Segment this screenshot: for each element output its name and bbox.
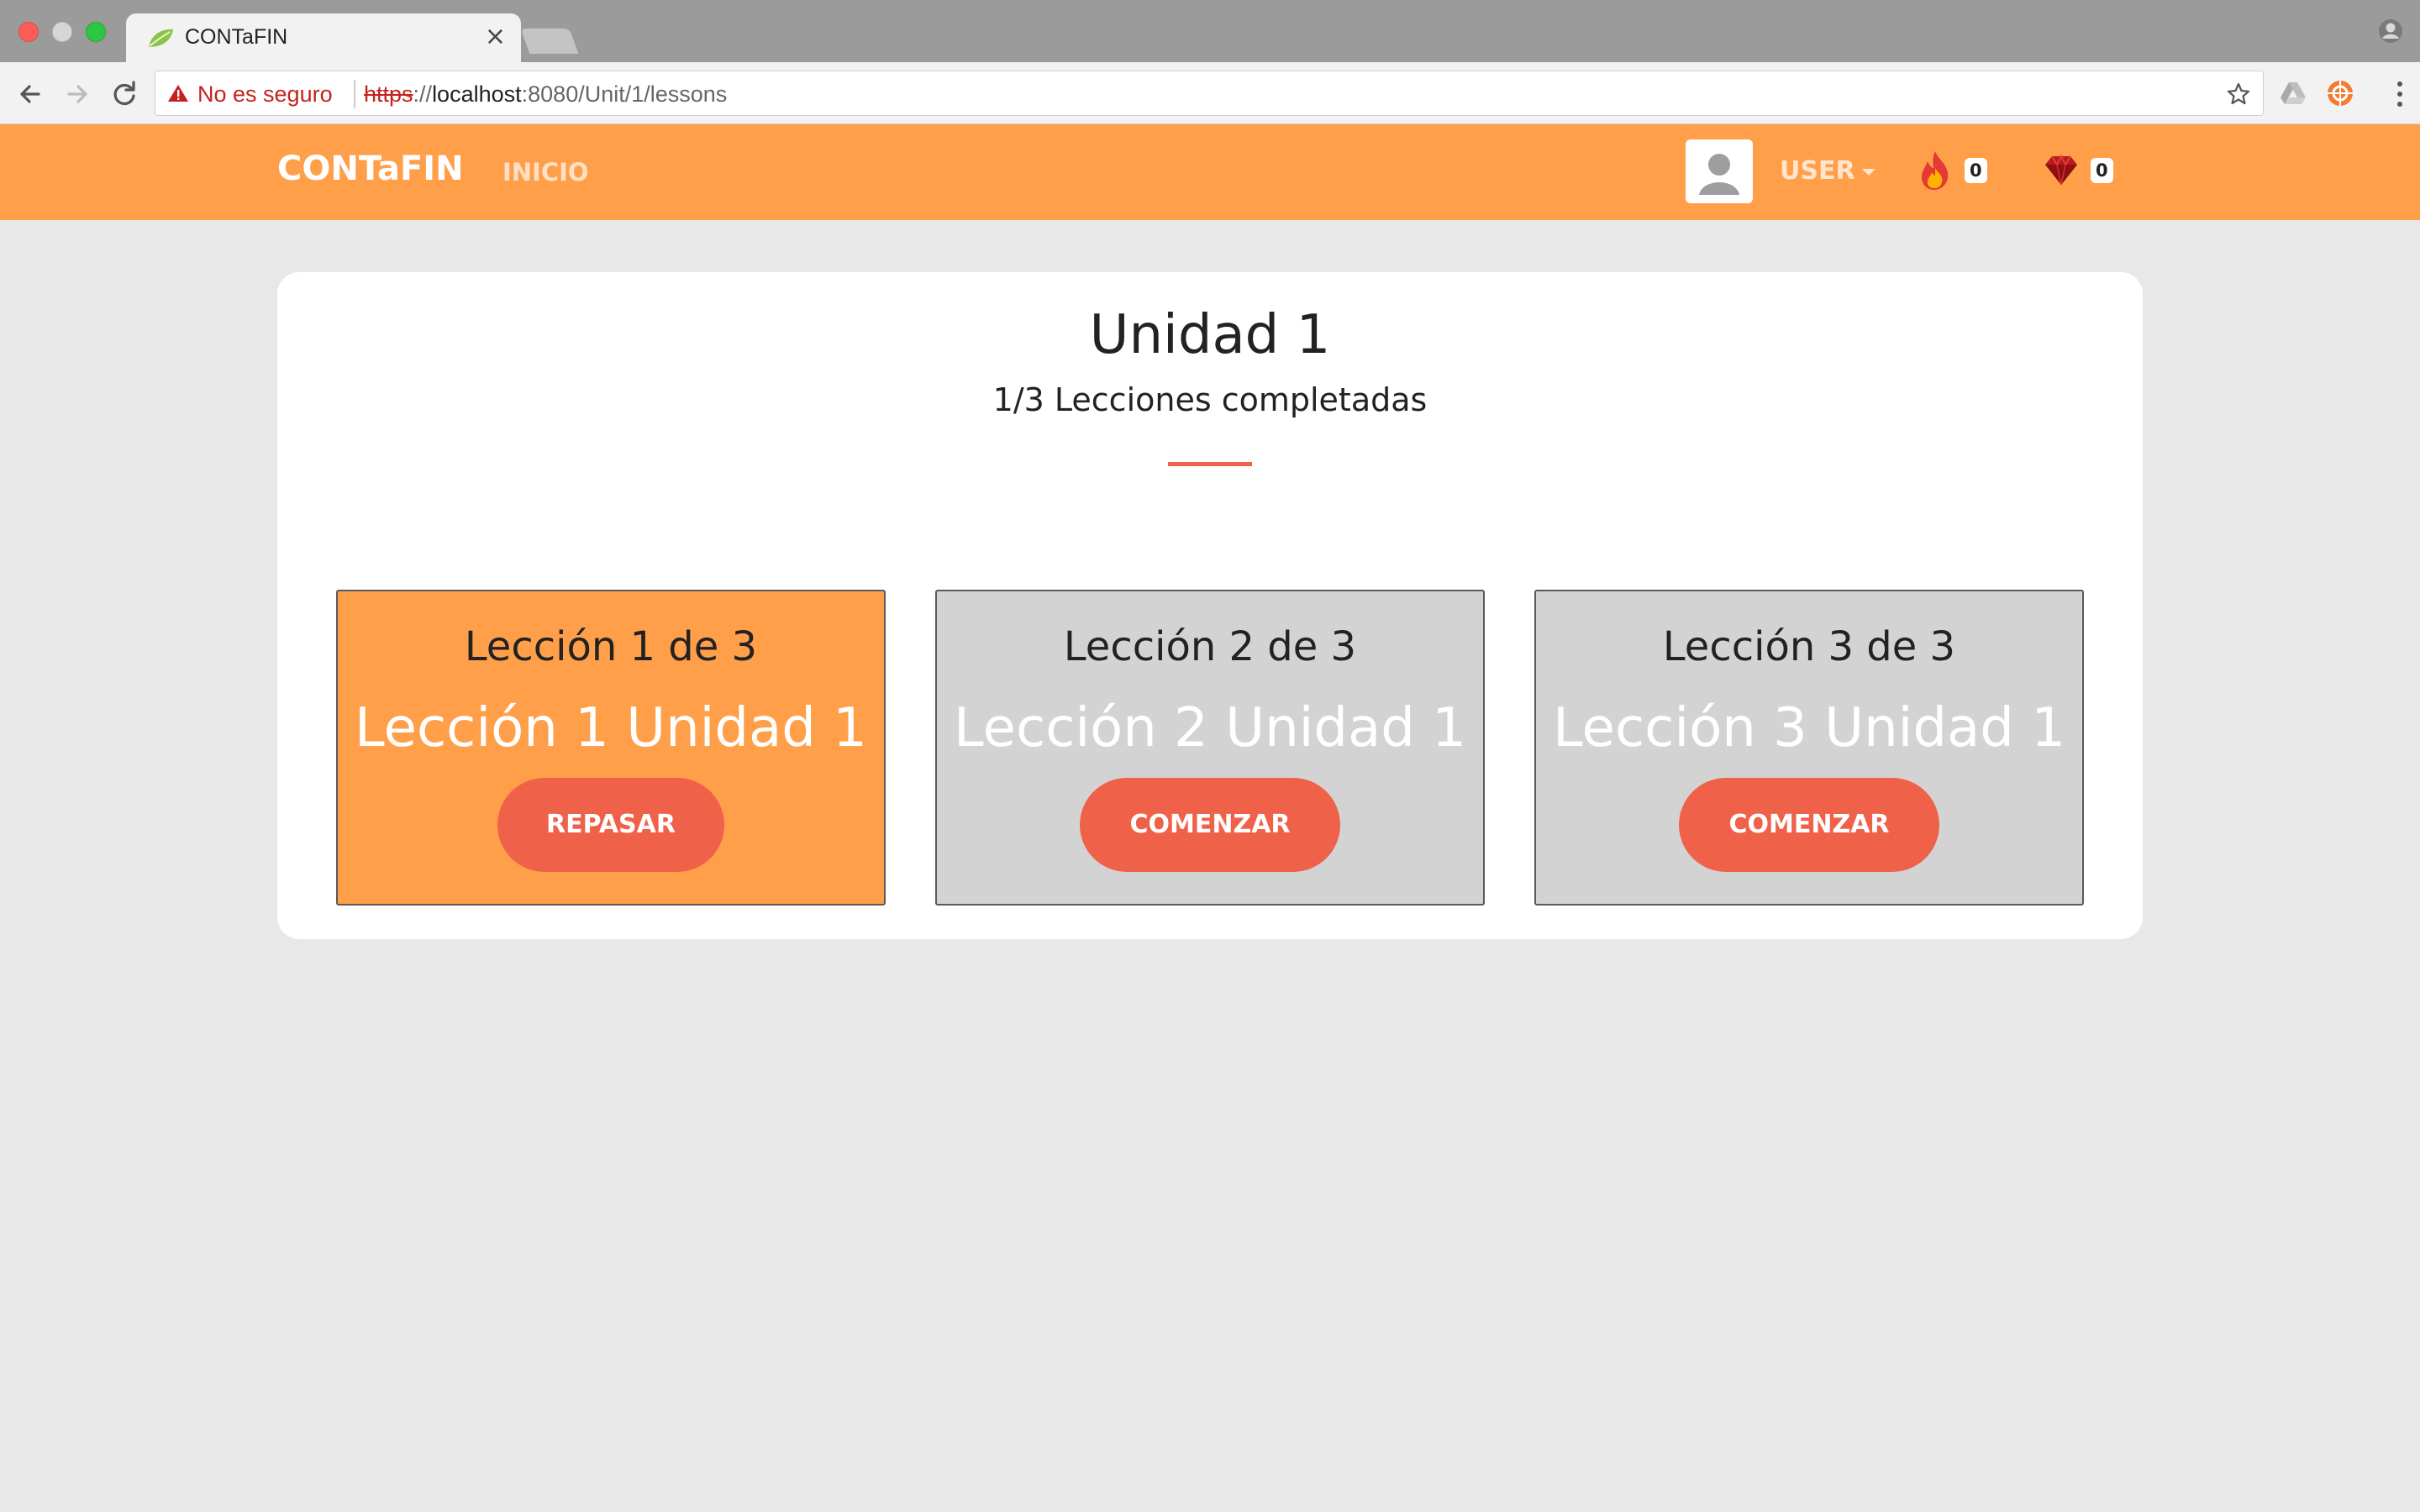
gems-count-badge: 0 (2091, 158, 2113, 183)
window-zoom-button[interactable] (86, 22, 106, 42)
nav-link-inicio[interactable]: INICIO (502, 158, 589, 186)
app-navbar: CONTaFIN INICIO USER 0 0 (0, 124, 2420, 220)
lesson-card-3: Lección 3 de 3 Lección 3 Unidad 1 COMENZ… (1534, 590, 2084, 906)
user-dropdown[interactable]: USER (1780, 156, 1876, 186)
tab-close-icon[interactable]: × (485, 22, 506, 51)
extension-orange-icon[interactable] (2326, 79, 2354, 108)
fire-streak-icon (1921, 151, 1949, 190)
url-separator: :// (413, 81, 433, 107)
address-bar[interactable]: No es seguro https://localhost:8080/Unit… (155, 71, 2264, 116)
lesson-name: Lección 1 Unidad 1 (355, 697, 867, 759)
lesson-card-2: Lección 2 de 3 Lección 2 Unidad 1 COMENZ… (935, 590, 1485, 906)
reload-icon[interactable] (108, 77, 141, 111)
leaf-favicon-icon (149, 29, 173, 47)
streak-count-badge: 0 (1965, 158, 1987, 183)
user-dropdown-label: USER (1780, 156, 1855, 186)
url-scheme: https (364, 81, 413, 107)
drive-extension-icon[interactable] (2279, 79, 2307, 108)
repasar-button[interactable]: REPASAR (497, 778, 724, 872)
avatar[interactable] (1686, 139, 1753, 203)
bookmark-star-icon[interactable] (2226, 81, 2251, 107)
browser-menu-icon[interactable] (2395, 79, 2405, 109)
url-text[interactable]: https://localhost:8080/Unit/1/lessons (364, 81, 727, 108)
window-close-button[interactable] (18, 22, 39, 42)
warning-icon (168, 85, 188, 102)
lesson-number: Lección 2 de 3 (1063, 623, 1357, 670)
gem-icon (2045, 154, 2077, 186)
page-title: Unidad 1 (1089, 304, 1331, 366)
brand-logo[interactable]: CONTaFIN (277, 150, 464, 188)
new-tab-button[interactable] (520, 29, 579, 54)
user-avatar-icon (1691, 144, 1748, 198)
caret-down-icon (1861, 168, 1876, 176)
url-path: :8080/Unit/1/lessons (521, 81, 728, 107)
lesson-number: Lección 1 de 3 (464, 623, 758, 670)
browser-toolbar: No es seguro https://localhost:8080/Unit… (0, 62, 2420, 124)
url-host: localhost (432, 81, 522, 107)
window-minimize-button[interactable] (52, 22, 72, 42)
comenzar-button[interactable]: COMENZAR (1679, 778, 1939, 872)
forward-arrow-icon[interactable] (60, 77, 94, 111)
browser-tab[interactable]: CONTaFIN × (126, 13, 521, 62)
not-secure-label[interactable]: No es seguro (197, 81, 333, 108)
lesson-card-1: Lección 1 de 3 Lección 1 Unidad 1 REPASA… (336, 590, 886, 906)
browser-tabstrip: CONTaFIN × (0, 0, 2420, 62)
comenzar-button[interactable]: COMENZAR (1080, 778, 1340, 872)
tab-title: CONTaFIN (185, 25, 288, 49)
lesson-name: Lección 2 Unidad 1 (954, 697, 1466, 759)
lesson-number: Lección 3 de 3 (1662, 623, 1956, 670)
lesson-name: Lección 3 Unidad 1 (1553, 697, 2065, 759)
unit-card: Unidad 1 1/3 Lecciones completadas Lecci… (277, 272, 2143, 939)
browser-profile-icon[interactable] (2378, 18, 2403, 44)
back-arrow-icon[interactable] (13, 77, 47, 111)
omnibox-divider (354, 80, 355, 108)
title-divider (1168, 462, 1252, 466)
lessons-progress-text: 1/3 Lecciones completadas (992, 381, 1428, 418)
